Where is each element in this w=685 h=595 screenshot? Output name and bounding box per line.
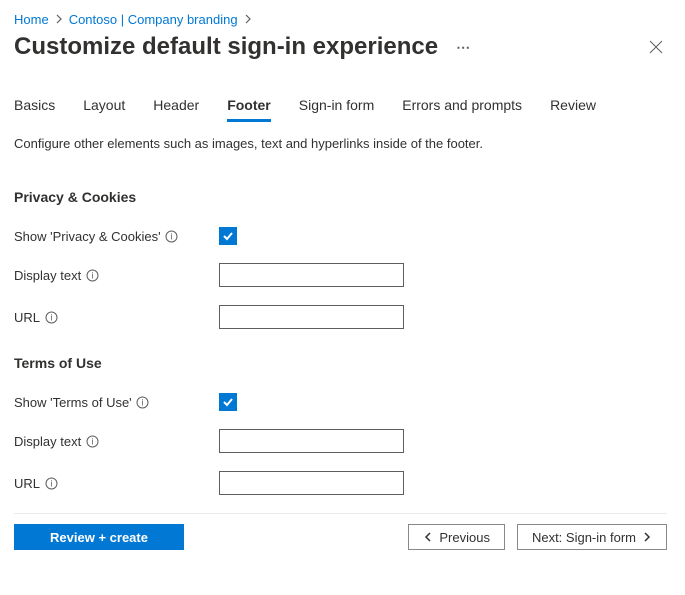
next-button[interactable]: Next: Sign-in form xyxy=(517,524,667,550)
tou-url-label: URL xyxy=(14,476,40,491)
page-title: Customize default sign-in experience xyxy=(14,33,438,61)
show-privacy-checkbox[interactable] xyxy=(219,227,237,245)
info-icon[interactable]: i xyxy=(44,310,58,324)
show-tou-label: Show 'Terms of Use' xyxy=(14,395,132,410)
more-actions-button[interactable]: ⋯ xyxy=(452,39,475,56)
info-icon[interactable]: i xyxy=(85,268,99,282)
tab-description: Configure other elements such as images,… xyxy=(14,136,667,151)
breadcrumb-home[interactable]: Home xyxy=(14,12,49,27)
divider xyxy=(14,513,667,514)
privacy-url-input[interactable] xyxy=(219,305,404,329)
svg-text:i: i xyxy=(50,312,52,322)
privacy-display-text-label: Display text xyxy=(14,268,81,283)
breadcrumb: Home Contoso | Company branding xyxy=(14,12,667,27)
chevron-right-icon xyxy=(642,532,652,542)
tab-footer[interactable]: Footer xyxy=(227,97,271,122)
svg-text:i: i xyxy=(171,231,173,241)
svg-text:i: i xyxy=(50,478,52,488)
tab-layout[interactable]: Layout xyxy=(83,97,125,122)
previous-label: Previous xyxy=(439,530,490,545)
tab-signin-form[interactable]: Sign-in form xyxy=(299,97,374,122)
tou-display-text-input[interactable] xyxy=(219,429,404,453)
page-header: Customize default sign-in experience ⋯ xyxy=(14,33,667,61)
tab-errors-prompts[interactable]: Errors and prompts xyxy=(402,97,522,122)
chevron-left-icon xyxy=(423,532,433,542)
chevron-right-icon xyxy=(244,12,252,27)
tab-basics[interactable]: Basics xyxy=(14,97,55,122)
tab-header[interactable]: Header xyxy=(153,97,199,122)
tabs: Basics Layout Header Footer Sign-in form… xyxy=(14,97,667,122)
svg-text:i: i xyxy=(91,270,93,280)
next-label: Next: Sign-in form xyxy=(532,530,636,545)
show-tou-checkbox[interactable] xyxy=(219,393,237,411)
tou-url-input[interactable] xyxy=(219,471,404,495)
footer-buttons: Review + create Previous Next: Sign-in f… xyxy=(14,524,667,550)
tab-review[interactable]: Review xyxy=(550,97,596,122)
info-icon[interactable]: i xyxy=(44,476,58,490)
info-icon[interactable]: i xyxy=(85,434,99,448)
privacy-section-title: Privacy & Cookies xyxy=(14,189,667,205)
info-icon[interactable]: i xyxy=(165,229,179,243)
tou-display-text-label: Display text xyxy=(14,434,81,449)
previous-button[interactable]: Previous xyxy=(408,524,505,550)
privacy-display-text-input[interactable] xyxy=(219,263,404,287)
chevron-right-icon xyxy=(55,12,63,27)
review-create-button[interactable]: Review + create xyxy=(14,524,184,550)
info-icon[interactable]: i xyxy=(136,395,150,409)
close-button[interactable] xyxy=(645,36,667,58)
privacy-url-label: URL xyxy=(14,310,40,325)
svg-text:i: i xyxy=(142,397,144,407)
show-privacy-label: Show 'Privacy & Cookies' xyxy=(14,229,161,244)
tou-section-title: Terms of Use xyxy=(14,355,667,371)
svg-text:i: i xyxy=(91,436,93,446)
breadcrumb-contoso[interactable]: Contoso | Company branding xyxy=(69,12,238,27)
